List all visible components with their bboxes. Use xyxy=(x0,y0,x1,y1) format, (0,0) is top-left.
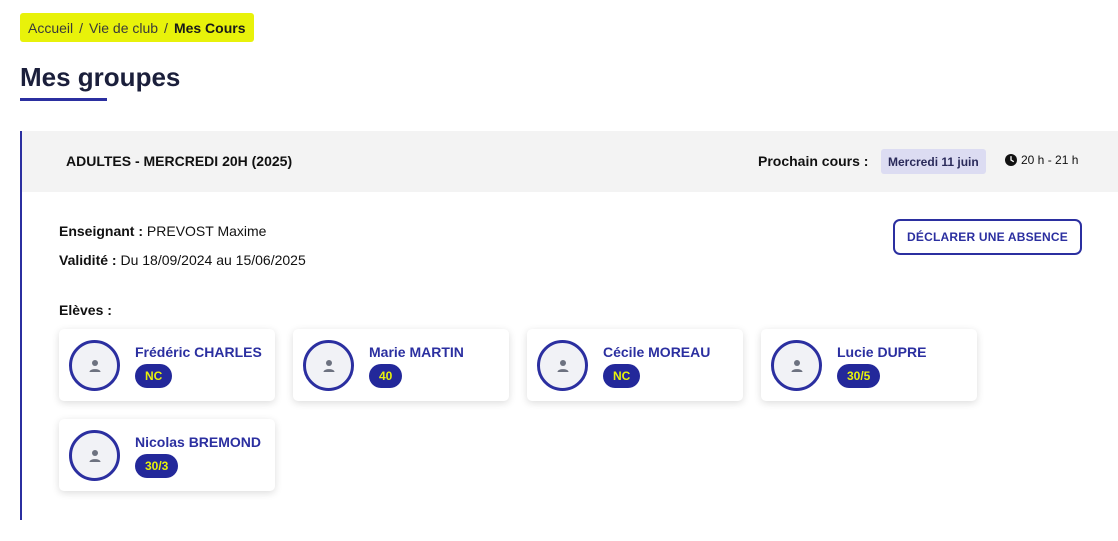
student-name: Lucie DUPRE xyxy=(837,344,927,360)
declare-absence-button[interactable]: DÉCLARER UNE ABSENCE xyxy=(893,219,1082,255)
student-level-badge: 30/3 xyxy=(135,454,179,478)
student-name: Cécile MOREAU xyxy=(603,344,711,360)
person-icon xyxy=(323,359,334,372)
breadcrumb-separator: / xyxy=(79,19,84,36)
validity-value: Du 18/09/2024 au 15/06/2025 xyxy=(116,252,306,268)
avatar xyxy=(69,430,120,481)
student-level-badge: NC xyxy=(603,364,641,388)
avatar xyxy=(537,340,588,391)
breadcrumb-separator: / xyxy=(164,19,168,36)
student-card[interactable]: Frédéric CHARLES NC xyxy=(59,329,275,401)
breadcrumb-current: Mes Cours xyxy=(173,19,246,36)
avatar xyxy=(771,340,822,391)
student-level-badge: NC xyxy=(135,364,173,388)
teacher-value: PREVOST Maxime xyxy=(143,223,267,239)
page-title: Mes groupes xyxy=(20,62,181,92)
student-level-badge: 40 xyxy=(369,364,403,388)
person-icon xyxy=(557,359,568,372)
student-name: Frédéric CHARLES xyxy=(135,344,262,360)
person-icon xyxy=(89,359,100,372)
group-header: ADULTES - MERCREDI 20H (2025) Prochain c… xyxy=(22,131,1118,192)
student-name: Marie MARTIN xyxy=(369,344,464,360)
student-name: Nicolas BREMOND xyxy=(135,434,262,450)
next-course-time: 20 h - 21 h xyxy=(1005,153,1078,167)
student-level-badge: 30/5 xyxy=(837,364,881,388)
breadcrumb-club-life[interactable]: Vie de club xyxy=(89,20,158,36)
student-card[interactable]: Lucie DUPRE 30/5 xyxy=(761,329,977,401)
teacher-label: Enseignant : xyxy=(59,223,144,239)
title-underline xyxy=(20,98,107,101)
teacher-line: Enseignant : PREVOST Maxime xyxy=(59,223,266,239)
student-card[interactable]: Nicolas BREMOND 30/3 xyxy=(59,419,275,491)
next-course-date-badge: Mercredi 11 juin xyxy=(881,149,986,174)
avatar xyxy=(69,340,120,391)
breadcrumb: Accueil / Vie de club / Mes Cours xyxy=(20,13,254,42)
validity-line: Validité : Du 18/09/2024 au 15/06/2025 xyxy=(59,252,306,268)
clock-icon xyxy=(1005,154,1017,166)
student-card[interactable]: Marie MARTIN 40 xyxy=(293,329,509,401)
validity-label: Validité : xyxy=(59,252,117,268)
person-icon xyxy=(791,359,802,372)
breadcrumb-home[interactable]: Accueil xyxy=(28,20,73,36)
group-name: ADULTES - MERCREDI 20H (2025) xyxy=(66,153,293,169)
student-card[interactable]: Cécile MOREAU NC xyxy=(527,329,743,401)
avatar xyxy=(303,340,354,391)
group-card: ADULTES - MERCREDI 20H (2025) Prochain c… xyxy=(20,131,1118,520)
next-course-time-text: 20 h - 21 h xyxy=(1021,153,1079,167)
next-course-label: Prochain cours : xyxy=(758,153,869,169)
students-label: Elèves : xyxy=(59,302,112,318)
person-icon xyxy=(89,449,100,462)
